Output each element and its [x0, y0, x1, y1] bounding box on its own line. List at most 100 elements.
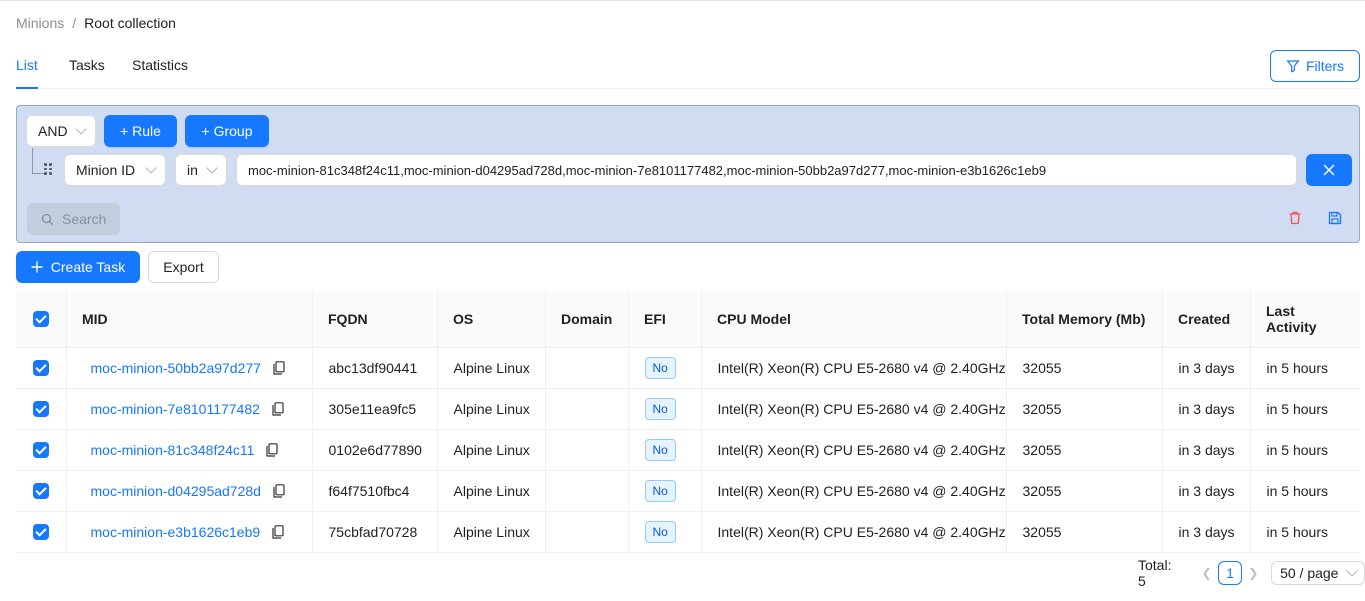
next-page-icon[interactable]: ❯: [1242, 561, 1265, 585]
column-header[interactable]: EFI: [628, 291, 701, 348]
created-cell: in 3 days: [1161, 388, 1250, 430]
row-checkbox[interactable]: [32, 442, 49, 459]
cpu-cell: Intel(R) Xeon(R) CPU E5-2680 v4 @ 2.40GH…: [700, 470, 1006, 512]
column-header[interactable]: CPU Model: [701, 291, 1006, 348]
remove-rule-button[interactable]: [1306, 154, 1352, 186]
last-activity-cell: in 5 hours: [1249, 347, 1360, 389]
mid-link[interactable]: moc-minion-81c348f24c11: [91, 442, 255, 458]
tab-list-label: List: [16, 57, 38, 73]
create-task-button[interactable]: Create Task: [16, 251, 140, 283]
table-row[interactable]: moc-minion-81c348f24c11 0102e6d77890 Alp…: [16, 429, 1360, 471]
fqdn-cell: 305e11ea9fc5: [311, 388, 437, 430]
memory-cell: 32055: [1005, 511, 1162, 553]
efi-tag: No: [644, 397, 676, 420]
created-cell: in 3 days: [1161, 429, 1250, 471]
table-row[interactable]: moc-minion-7e8101177482 305e11ea9fc5 Alp…: [16, 388, 1360, 430]
chevron-down-icon: [206, 162, 218, 174]
mid-link[interactable]: moc-minion-7e8101177482: [91, 401, 260, 417]
tab-bar: List Tasks Statistics: [16, 48, 1359, 89]
column-header[interactable]: MID: [66, 291, 312, 348]
select-all-checkbox[interactable]: [33, 311, 49, 328]
copy-icon[interactable]: [273, 360, 285, 375]
select-all-cell: [16, 291, 66, 348]
fqdn-cell: 0102e6d77890: [311, 429, 437, 471]
row-select-cell: [16, 511, 66, 553]
rule-value-input[interactable]: moc-minion-81c348f24c11,moc-minion-d0429…: [236, 154, 1297, 186]
row-checkbox[interactable]: [32, 483, 49, 500]
os-cell: Alpine Linux: [436, 347, 545, 389]
tab-tasks-label: Tasks: [69, 57, 105, 73]
drag-handle-icon[interactable]: [44, 163, 52, 175]
page-size-select[interactable]: 50 / page: [1271, 561, 1365, 585]
table-row[interactable]: moc-minion-d04295ad728d f64f7510fbc4 Alp…: [16, 470, 1360, 512]
row-checkbox[interactable]: [32, 401, 49, 418]
tab-tasks[interactable]: Tasks: [69, 57, 105, 73]
table-row[interactable]: moc-minion-e3b1626c1eb9 75cbfad70728 Alp…: [16, 511, 1360, 553]
efi-cell: No: [627, 388, 701, 430]
prev-page-icon[interactable]: ❮: [1195, 561, 1218, 585]
copy-icon[interactable]: [273, 483, 285, 498]
tab-statistics[interactable]: Statistics: [132, 57, 188, 73]
breadcrumb-current: Root collection: [84, 15, 176, 31]
mid-link[interactable]: moc-minion-d04295ad728d: [91, 483, 261, 499]
active-tab-indicator: [16, 87, 38, 89]
query-builder: AND + Rule + Group Minion ID in moc-mini…: [16, 105, 1360, 243]
copy-icon[interactable]: [266, 442, 279, 457]
rule-operator-value: in: [187, 162, 198, 178]
rule-field-value: Minion ID: [76, 162, 136, 178]
export-button[interactable]: Export: [148, 251, 219, 283]
efi-cell: No: [627, 347, 701, 389]
save-query-button[interactable]: [1325, 208, 1345, 228]
efi-cell: No: [627, 429, 701, 471]
os-cell: Alpine Linux: [436, 388, 545, 430]
search-button[interactable]: Search: [27, 203, 120, 235]
column-header[interactable]: Domain: [545, 291, 628, 348]
chevron-down-icon: [1346, 565, 1358, 577]
filters-label: Filters: [1305, 58, 1345, 74]
filter-icon: [1286, 59, 1300, 73]
mid-link[interactable]: moc-minion-50bb2a97d277: [91, 360, 261, 376]
breadcrumb: Minions / Root collection: [16, 13, 176, 33]
mid-cell: moc-minion-d04295ad728d: [65, 470, 312, 512]
mid-link[interactable]: moc-minion-e3b1626c1eb9: [91, 524, 261, 540]
top-divider: [0, 0, 1365, 1]
column-header[interactable]: Total Memory (Mb): [1006, 291, 1162, 348]
row-checkbox[interactable]: [32, 360, 49, 377]
last-activity-cell: in 5 hours: [1249, 470, 1360, 512]
column-header[interactable]: Last Activity: [1250, 291, 1360, 348]
add-group-button[interactable]: + Group: [185, 115, 269, 147]
pagination-total: Total: 5: [1138, 557, 1172, 589]
os-cell: Alpine Linux: [436, 511, 545, 553]
plus-icon: [31, 261, 43, 273]
column-header[interactable]: OS: [437, 291, 545, 348]
breadcrumb-parent[interactable]: Minions: [16, 15, 64, 31]
column-header[interactable]: Created: [1162, 291, 1250, 348]
add-rule-button[interactable]: + Rule: [104, 115, 177, 147]
cpu-cell: Intel(R) Xeon(R) CPU E5-2680 v4 @ 2.40GH…: [700, 429, 1006, 471]
row-checkbox[interactable]: [32, 524, 49, 541]
memory-cell: 32055: [1005, 388, 1162, 430]
tab-list[interactable]: List: [16, 57, 38, 73]
efi-cell: No: [627, 470, 701, 512]
combinator-value: AND: [38, 123, 68, 139]
rule-field-select[interactable]: Minion ID: [64, 154, 166, 186]
filters-button[interactable]: Filters: [1270, 50, 1360, 82]
copy-icon[interactable]: [272, 401, 284, 416]
cpu-cell: Intel(R) Xeon(R) CPU E5-2680 v4 @ 2.40GH…: [700, 388, 1006, 430]
row-select-cell: [16, 347, 66, 389]
delete-query-button[interactable]: [1285, 208, 1305, 228]
column-header[interactable]: FQDN: [312, 291, 437, 348]
copy-icon[interactable]: [272, 524, 284, 539]
rule-operator-select[interactable]: in: [175, 154, 227, 186]
fqdn-cell: abc13df90441: [311, 347, 437, 389]
mid-cell: moc-minion-81c348f24c11: [65, 429, 312, 471]
domain-cell: [544, 470, 628, 512]
combinator-select[interactable]: AND: [26, 115, 96, 147]
row-select-cell: [16, 388, 66, 430]
search-icon: [41, 213, 54, 226]
cpu-cell: Intel(R) Xeon(R) CPU E5-2680 v4 @ 2.40GH…: [700, 511, 1006, 553]
rule-value-text: moc-minion-81c348f24c11,moc-minion-d0429…: [248, 162, 1047, 178]
table-row[interactable]: moc-minion-50bb2a97d277 abc13df90441 Alp…: [16, 347, 1360, 389]
page-number-button[interactable]: 1: [1218, 561, 1242, 585]
close-icon: [1323, 164, 1335, 176]
